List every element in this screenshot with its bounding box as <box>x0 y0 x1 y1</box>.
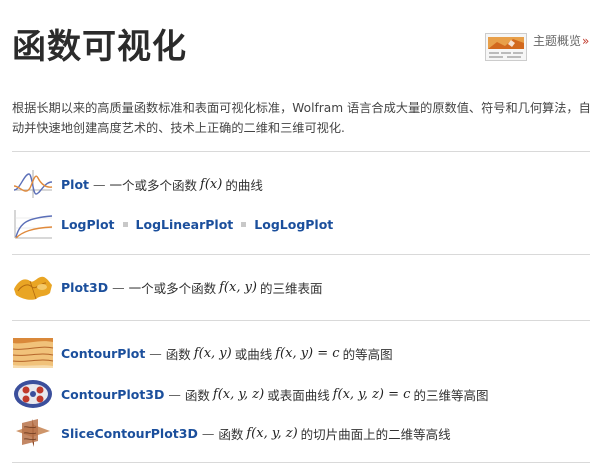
list-item-plot3d: Plot3D — 一个或多个函数 f(x, y) 的三维表面 <box>12 271 323 303</box>
page-description: 根据长期以来的高质量函数标准和表面可视化标准，Wolfram 语言合成大量的原数… <box>12 101 591 135</box>
overview-arrow: » <box>582 34 590 48</box>
divider <box>12 320 590 321</box>
plot3d-link[interactable]: Plot3D <box>61 280 108 295</box>
contour-3d-icon <box>14 380 52 408</box>
contourplot3d-math2: f(x, y, z) = c <box>332 386 411 402</box>
divider <box>12 151 590 152</box>
list-item-contourplot3d: ContourPlot3D — 函数 f(x, y, z) 或表面曲线 f(x,… <box>12 378 488 410</box>
dash: — <box>168 386 181 402</box>
contourplot-math1: f(x, y) <box>193 345 232 361</box>
slicecontourplot3d-link[interactable]: SliceContourPlot3D <box>61 426 198 441</box>
contourplot-text2: 或曲线 <box>234 346 273 362</box>
dash: — <box>112 279 125 295</box>
plot3d-text1: 一个或多个函数 <box>128 280 217 296</box>
contourplot-link[interactable]: ContourPlot <box>61 346 145 361</box>
list-item-slicecontourplot3d: SliceContourPlot3D — 函数 f(x, y, z) 的切片曲面… <box>12 417 451 449</box>
list-item-contourplot: ContourPlot — 函数 f(x, y) 或曲线 f(x, y) = c… <box>12 337 393 369</box>
contour-plot-icon <box>12 338 54 368</box>
loglinearplot-link[interactable]: LogLinearPlot <box>136 217 234 232</box>
contourplot-text1: 函数 <box>165 346 191 362</box>
loglogplot-link[interactable]: LogLogPlot <box>254 217 333 232</box>
separator <box>241 221 247 227</box>
divider <box>12 462 590 463</box>
plot-math: f(x) <box>200 176 223 192</box>
log-plot-icon <box>14 210 53 239</box>
contourplot3d-text3: 的三维等高图 <box>413 387 489 403</box>
slicecontourplot3d-math: f(x, y, z) <box>246 425 298 441</box>
plot-text2: 的曲线 <box>225 177 263 193</box>
list-item-logplot: LogPlot LogLinearPlot LogLogPlot <box>12 208 333 240</box>
plot3d-math: f(x, y) <box>219 279 258 295</box>
dash: — <box>201 425 215 441</box>
logplot-link[interactable]: LogPlot <box>61 217 115 232</box>
plot3d-text2: 的三维表面 <box>260 280 323 296</box>
contourplot3d-math1: f(x, y, z) <box>212 386 265 402</box>
list-item-plot: Plot — 一个或多个函数 f(x) 的曲线 <box>12 168 263 200</box>
page-title: 函数可视化 <box>12 27 187 67</box>
contourplot3d-text2: 或表面曲线 <box>267 387 330 403</box>
contourplot-math2: f(x, y) = c <box>275 345 340 361</box>
contourplot-text3: 的等高图 <box>342 346 393 362</box>
plot-curves-icon <box>13 170 53 198</box>
divider <box>12 254 590 255</box>
contourplot3d-text1: 函数 <box>184 387 210 403</box>
dash: — <box>93 176 106 192</box>
slicecontourplot3d-text2: 的切片曲面上的二维等高线 <box>300 426 451 442</box>
overview-thumbnail-icon <box>485 33 527 61</box>
separator <box>122 221 128 227</box>
slice-contour-icon <box>16 419 50 447</box>
dash: — <box>149 345 162 361</box>
page: 函数可视化 主题概览 » 根据长期以来的高质量函数标准和表面可视化标准，Wolf… <box>0 0 601 467</box>
plot-link[interactable]: Plot <box>61 177 89 192</box>
slicecontourplot3d-text1: 函数 <box>218 426 244 442</box>
topic-overview-link[interactable]: 主题概览 » <box>485 33 589 61</box>
overview-label: 主题概览 <box>533 34 582 48</box>
plot-text1: 一个或多个函数 <box>109 177 198 193</box>
surface-3d-icon <box>14 276 52 300</box>
contourplot3d-link[interactable]: ContourPlot3D <box>61 387 164 402</box>
